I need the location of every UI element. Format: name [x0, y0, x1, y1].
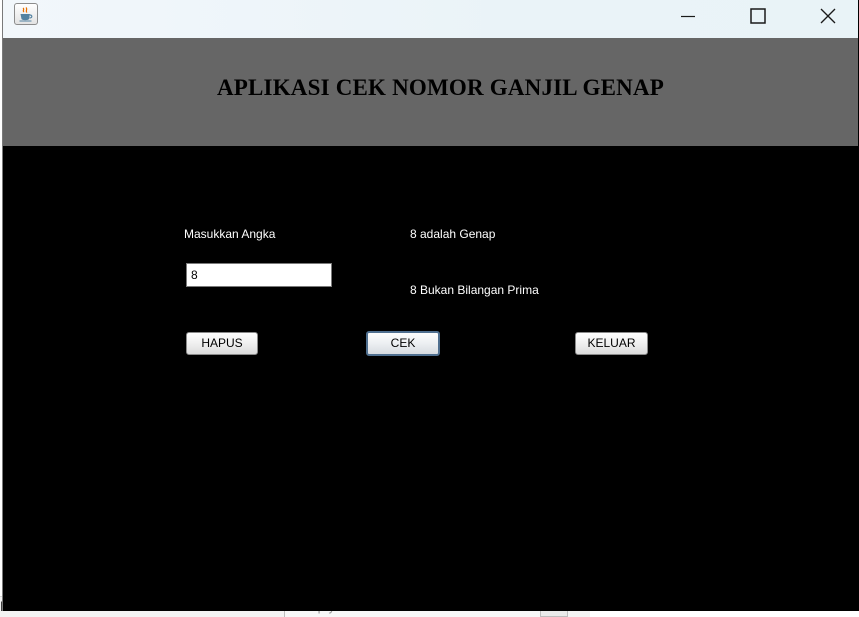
title-bar[interactable] — [3, 0, 858, 38]
minimize-icon — [681, 15, 695, 18]
input-label: Masukkan Angka — [184, 227, 276, 241]
screen: Members <empty> — [0, 0, 859, 617]
minimize-button[interactable] — [653, 0, 723, 32]
app-title: APLIKASI CEK NOMOR GANJIL GENAP — [216, 75, 665, 100]
exit-button[interactable]: KELUAR — [575, 332, 648, 355]
header-panel: APLIKASI CEK NOMOR GANJIL GENAP — [3, 38, 858, 146]
maximize-icon — [750, 8, 766, 24]
close-button[interactable] — [793, 0, 859, 32]
java-cup-icon[interactable] — [14, 3, 38, 25]
check-button[interactable]: CEK — [366, 331, 440, 356]
content-panel: Masukkan Angka 8 adalah Genap 8 Bukan Bi… — [3, 146, 858, 611]
parity-result-label: 8 adalah Genap — [410, 227, 496, 241]
prime-result-label: 8 Bukan Bilangan Prima — [410, 283, 539, 297]
maximize-button[interactable] — [723, 0, 793, 32]
close-icon — [820, 8, 836, 24]
number-input[interactable] — [186, 263, 332, 287]
app-window: APLIKASI CEK NOMOR GANJIL GENAP Masukkan… — [2, 0, 859, 611]
clear-button[interactable]: HAPUS — [186, 332, 258, 355]
